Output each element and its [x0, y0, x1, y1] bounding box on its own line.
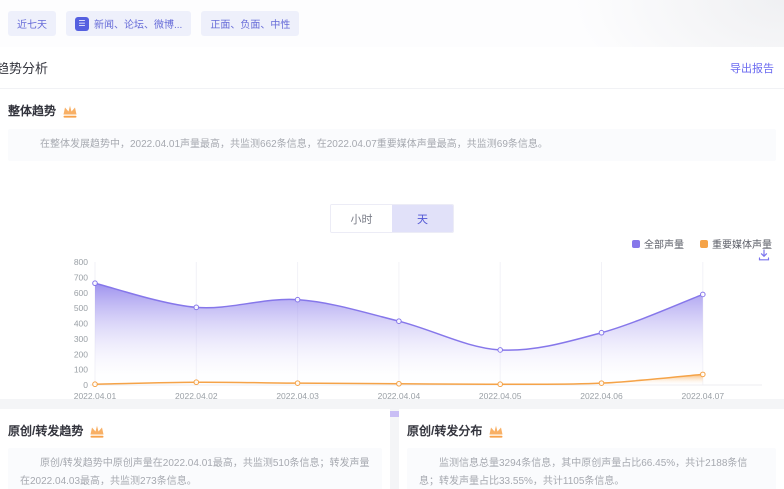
- svg-text:400: 400: [74, 319, 88, 329]
- volume-trend-area-chart: 0 100 200 300 400 500 600 700 800 2022.04.01 2022.…: [0, 252, 784, 407]
- card-title-row: 原创/转发趋势: [0, 409, 390, 439]
- granularity-toggle: 小时 天: [330, 204, 454, 233]
- filter-bar: 近七天 ☰ 新闻、论坛、微博... 正面、负面、中性: [0, 0, 784, 47]
- card-summary: 原创/转发趋势中原创声量在2022.04.01最高，共监测510条信息；转发声量…: [8, 448, 382, 489]
- filter-chip-label: 新闻、论坛、微博...: [94, 16, 182, 31]
- panel-header: 趋势分析 导出报告: [0, 47, 784, 89]
- pyq-trend-dashboard: 近七天 ☰ 新闻、论坛、微博... 正面、负面、中性 趋势分析 导出报告 整体趋…: [0, 0, 784, 489]
- export-report-link[interactable]: 导出报告: [730, 60, 774, 76]
- svg-text:2022.04.02: 2022.04.02: [175, 391, 218, 401]
- svg-text:300: 300: [74, 334, 88, 344]
- card-title-row: 原创/转发分布: [399, 409, 784, 439]
- legend-item-total-volume[interactable]: 全部声量: [632, 236, 684, 251]
- original-repost-distribution-card: 原创/转发分布 监测信息总量3294条信息，其中原创声量占比66.45%，共计2…: [399, 409, 784, 489]
- legend-marker-purple: [632, 240, 640, 248]
- chart-legend: 全部声量 重要媒体声量: [632, 236, 772, 251]
- filter-chip-time-range[interactable]: 近七天: [8, 11, 56, 36]
- card-summary: 监测信息总量3294条信息，其中原创声量占比66.45%，共计2188条信息；转…: [407, 448, 776, 489]
- card-title: 原创/转发分布: [407, 422, 482, 439]
- svg-text:700: 700: [74, 272, 88, 282]
- page-title: 趋势分析: [0, 58, 48, 77]
- bottom-cards: 原创/转发趋势 原创/转发趋势中原创声量在2022.04.01最高，共监测510…: [0, 409, 784, 489]
- overall-trend-title-row: 整体趋势: [0, 89, 784, 119]
- svg-text:200: 200: [74, 349, 88, 359]
- overall-trend-title: 整体趋势: [8, 102, 56, 119]
- card-title: 原创/转发趋势: [8, 422, 83, 439]
- svg-text:2022.04.05: 2022.04.05: [479, 391, 522, 401]
- svg-text:2022.04.06: 2022.04.06: [580, 391, 623, 401]
- filter-chip-sources[interactable]: ☰ 新闻、论坛、微博...: [66, 11, 191, 36]
- highlight-crown-icon: [62, 104, 78, 118]
- highlight-crown-icon: [89, 424, 105, 438]
- filter-chip-sentiment[interactable]: 正面、负面、中性: [201, 11, 299, 36]
- legend-label: 全部声量: [644, 236, 684, 251]
- highlight-crown-icon: [488, 424, 504, 438]
- overall-trend-summary: 在整体发展趋势中，2022.04.01声量最高，共监测662条信息，在2022.…: [8, 129, 776, 161]
- svg-text:100: 100: [74, 365, 88, 375]
- svg-text:500: 500: [74, 303, 88, 313]
- svg-text:2022.04.03: 2022.04.03: [276, 391, 319, 401]
- filter-chip-label: 近七天: [17, 16, 47, 31]
- svg-text:2022.04.01: 2022.04.01: [74, 391, 117, 401]
- svg-text:0: 0: [83, 380, 88, 390]
- svg-text:2022.04.04: 2022.04.04: [378, 391, 421, 401]
- trend-analysis-panel: 趋势分析 导出报告 整体趋势 在整体发展趋势中，2022.04.01声量最高，共…: [0, 47, 784, 399]
- svg-text:2022.04.07: 2022.04.07: [682, 391, 725, 401]
- filter-chip-label: 正面、负面、中性: [210, 16, 290, 31]
- legend-marker-orange: [700, 240, 708, 248]
- source-icon: ☰: [75, 17, 89, 31]
- toggle-day-button[interactable]: 天: [392, 205, 453, 232]
- toggle-hour-button[interactable]: 小时: [331, 205, 392, 232]
- original-repost-trend-card: 原创/转发趋势 原创/转发趋势中原创声量在2022.04.01最高，共监测510…: [0, 409, 390, 489]
- svg-text:800: 800: [74, 257, 88, 267]
- svg-text:600: 600: [74, 288, 88, 298]
